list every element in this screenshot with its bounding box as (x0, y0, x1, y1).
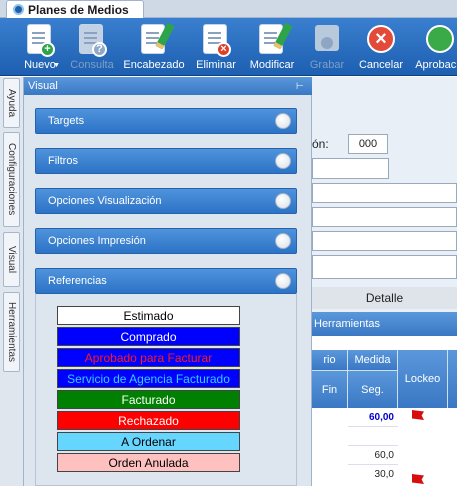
aprobacion-button[interactable]: Aprobació (412, 18, 457, 76)
delete-document-icon: × (201, 23, 231, 57)
field-label: ón: (312, 137, 329, 151)
grid-cell[interactable]: 60,0 (348, 446, 398, 465)
side-tab-ayuda[interactable]: Ayuda (3, 78, 20, 128)
grabar-button[interactable]: Grabar (304, 18, 350, 76)
encabezado-label: Encabezado (123, 59, 185, 71)
side-tab-label: Configuraciones (6, 143, 17, 216)
modificar-label: Modificar (249, 59, 295, 71)
grabar-label: Grabar (309, 59, 345, 71)
cancel-circle-icon: × (366, 23, 396, 57)
section-filtros[interactable]: Filtros (35, 148, 297, 174)
eliminar-label: Eliminar (196, 59, 236, 71)
section-label: Opciones Visualización (48, 195, 162, 207)
pin-icon[interactable]: ⊢ (296, 81, 306, 91)
grid-header-lockeo: Lockeo (398, 350, 448, 408)
tab-label: Planes de Medios (28, 2, 129, 17)
section-label: Opciones Impresión (48, 235, 146, 247)
section-label: Referencias (48, 275, 107, 287)
text-field[interactable] (312, 158, 389, 179)
text-field[interactable] (312, 183, 457, 203)
reference-item: Servicio de Agencia Facturado (57, 369, 240, 388)
grid-cell[interactable]: 60,00 (348, 408, 398, 427)
flag-icon (412, 474, 424, 484)
side-tab-label: Ayuda (6, 88, 17, 118)
grid-cell[interactable]: 30,0 (348, 465, 398, 484)
query-document-icon: ? (77, 23, 107, 57)
detalle-header: Detalle (312, 287, 457, 309)
collapse-circle-icon[interactable] (275, 273, 291, 289)
reference-item: Facturado (57, 390, 240, 409)
herramientas-bar[interactable]: Herramientas (312, 312, 457, 336)
section-referencias[interactable]: Referencias (35, 268, 297, 294)
nuevo-button[interactable]: + Nuevo ▼ (14, 18, 66, 76)
text-field[interactable] (312, 231, 457, 251)
consulta-button[interactable]: ? Consulta (68, 18, 116, 76)
reference-item: Aprobado para Facturar (57, 348, 240, 367)
edit-header-icon (139, 22, 175, 57)
tab-planes-de-medios[interactable]: Planes de Medios (6, 0, 144, 18)
cancelar-label: Cancelar (358, 59, 404, 71)
chevron-down-icon: ▼ (53, 62, 60, 69)
reference-item: A Ordenar (57, 432, 240, 451)
reference-item: Comprado (57, 327, 240, 346)
side-tab-configuraciones[interactable]: Configuraciones (3, 132, 20, 227)
grid-header-rio: rio (312, 350, 348, 370)
section-opciones-impresion[interactable]: Opciones Impresión (35, 228, 297, 254)
grid-cell[interactable] (348, 427, 398, 446)
side-tab-label: Visual (6, 245, 17, 274)
cancelar-button[interactable]: × Cancelar (354, 18, 408, 76)
grid-header-seg: Seg. (348, 370, 398, 408)
section-label: Targets (48, 115, 85, 127)
modify-document-icon (257, 22, 293, 57)
expand-circle-icon[interactable] (275, 233, 291, 249)
nuevo-label: Nuevo (24, 59, 56, 71)
section-targets[interactable]: Targets (35, 108, 297, 134)
grid-header-fin: Fin (312, 370, 348, 408)
section-label: Filtros (48, 155, 78, 167)
side-tab-label: Herramientas (6, 301, 17, 363)
aprobacion-label: Aprobació (415, 59, 457, 71)
app-logo-icon (13, 4, 24, 15)
visual-panel-title: Visual (24, 77, 312, 95)
flag-icon (412, 410, 424, 420)
code-field[interactable]: 000 (348, 134, 388, 154)
expand-circle-icon[interactable] (275, 113, 291, 129)
reference-item: Rechazado (57, 411, 240, 430)
expand-circle-icon[interactable] (275, 193, 291, 209)
text-field[interactable] (312, 207, 457, 227)
expand-circle-icon[interactable] (275, 153, 291, 169)
side-tab-visual[interactable]: Visual (3, 232, 20, 287)
grid-header-medida: Medida (348, 350, 398, 370)
side-tab-herramientas[interactable]: Herramientas (3, 292, 20, 372)
reference-item: Orden Anulada (57, 453, 240, 472)
reference-item: Estimado (57, 306, 240, 325)
approve-icon (425, 23, 455, 57)
encabezado-button[interactable]: Encabezado (122, 18, 186, 76)
consulta-label: Consulta (70, 59, 114, 71)
save-disk-icon (312, 23, 342, 57)
grid-header-extra (448, 350, 457, 408)
eliminar-button[interactable]: × Eliminar (192, 18, 240, 76)
text-field[interactable] (312, 255, 457, 279)
new-document-icon: + (25, 23, 55, 57)
modificar-button[interactable]: Modificar (244, 18, 300, 76)
section-opciones-visualizacion[interactable]: Opciones Visualización (35, 188, 297, 214)
